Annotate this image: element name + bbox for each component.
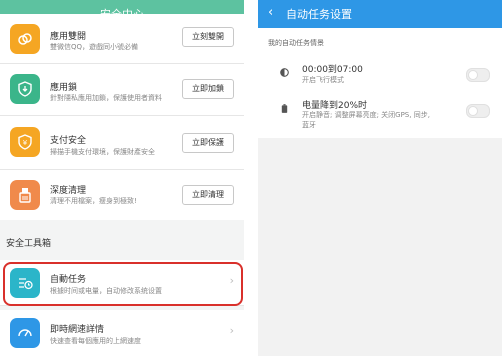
list-item-dual-apps[interactable]: 應用雙開 雙微信QQ，遊戲同小號必備 立刻雙開 xyxy=(0,14,244,64)
header-title: 自动任务设置 xyxy=(286,8,352,21)
task-toggle[interactable] xyxy=(466,68,490,82)
task-item-battery[interactable]: 电量降到20%时 开启静音; 调整屏幕亮度; 关闭GPS, 同步, 蓝牙 xyxy=(258,94,502,138)
toggle-knob xyxy=(468,106,478,116)
task-subtitle-continued: 蓝牙 xyxy=(302,121,316,129)
night-schedule-icon xyxy=(280,68,289,77)
row-subtitle: 雙微信QQ，遊戲同小號必備 xyxy=(50,43,139,51)
row-title: 應用雙開 xyxy=(50,32,87,42)
list-item-network-speed[interactable]: 即時網速詳情 快速查看每個應用的上網速度 › xyxy=(0,310,244,356)
right-screen: ‹ 自动任务设置 我的自动任务情景 00:00到07:00 开启飞行模式 电量降… xyxy=(258,0,502,356)
task-item-night[interactable]: 00:00到07:00 开启飞行模式 xyxy=(258,56,502,94)
list-item-app-lock[interactable]: 應用鎖 針對隱私應用加鎖，保護使用者資料 立即加鎖 xyxy=(0,64,244,116)
app-lock-button[interactable]: 立即加鎖 xyxy=(182,79,234,99)
section-label-my-tasks: 我的自动任务情景 xyxy=(268,39,324,47)
right-header: ‹ 自动任务设置 xyxy=(258,0,502,28)
dual-apps-button[interactable]: 立刻雙開 xyxy=(182,27,234,47)
chevron-right-icon: › xyxy=(229,324,234,337)
left-screen: 安全中心 應用雙開 雙微信QQ，遊戲同小號必備 立刻雙開 應用鎖 針對隱私應用加… xyxy=(0,0,244,356)
task-toggle[interactable] xyxy=(466,104,490,118)
list-item-deep-clean[interactable]: 深度清理 清理不用檔案，瘦身到極致! 立即清理 xyxy=(0,170,244,220)
network-speed-icon xyxy=(10,318,40,348)
row-title: 應用鎖 xyxy=(50,83,78,93)
row-subtitle: 掃描手機支付環境，保護財產安全 xyxy=(50,148,155,156)
row-title: 深度清理 xyxy=(50,186,87,196)
toggle-knob xyxy=(468,70,478,80)
task-subtitle: 开启飞行模式 xyxy=(302,76,344,84)
payment-security-icon: ¥ xyxy=(10,127,40,157)
row-title: 即時網速詳情 xyxy=(50,325,105,335)
deep-clean-icon xyxy=(10,180,40,210)
row-title: 支付安全 xyxy=(50,136,87,146)
list-item-payment-security[interactable]: ¥ 支付安全 掃描手機支付環境，保護財產安全 立即保護 xyxy=(0,116,244,170)
payment-protect-button[interactable]: 立即保護 xyxy=(182,133,234,153)
battery-icon xyxy=(281,104,288,113)
dual-apps-icon xyxy=(10,24,40,54)
highlight-box xyxy=(3,262,243,306)
svg-text:¥: ¥ xyxy=(23,139,28,147)
row-subtitle: 清理不用檔案，瘦身到極致! xyxy=(50,197,137,205)
row-subtitle: 針對隱私應用加鎖，保護使用者資料 xyxy=(50,94,162,102)
app-lock-icon xyxy=(10,74,40,104)
auto-task-list: 我的自动任务情景 00:00到07:00 开启飞行模式 电量降到20%时 开启静… xyxy=(258,28,502,138)
back-arrow-icon[interactable]: ‹ xyxy=(268,6,273,20)
deep-clean-button[interactable]: 立即清理 xyxy=(182,185,234,205)
task-subtitle: 开启静音; 调整屏幕亮度; 关闭GPS, 同步, xyxy=(302,111,430,119)
task-title: 00:00到07:00 xyxy=(302,65,363,75)
row-subtitle: 快速查看每個應用的上網速度 xyxy=(50,337,141,345)
section-label-toolbox: 安全工具箱 xyxy=(6,239,52,249)
